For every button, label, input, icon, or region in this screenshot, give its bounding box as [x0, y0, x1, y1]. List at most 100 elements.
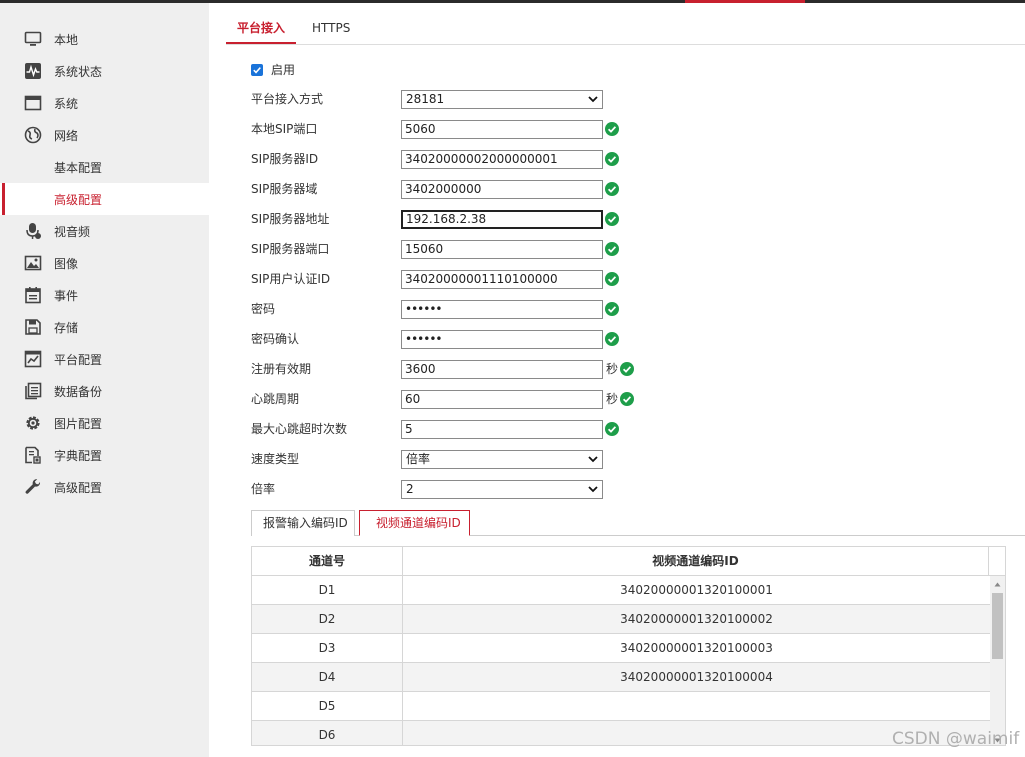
sip-server-id-label: SIP服务器ID [251, 152, 319, 166]
register-validity-label: 注册有效期 [251, 362, 312, 376]
code-id-cell[interactable]: 34020000001320100001 [403, 576, 990, 604]
enable-checkbox[interactable] [251, 63, 263, 76]
seconds-unit: 秒 [606, 362, 619, 376]
sidebar-item-event[interactable]: 事件 [0, 279, 209, 311]
enable-label: 启用 [271, 63, 296, 77]
sidebar-item-local[interactable]: 本地 [0, 23, 209, 55]
speed-type-select[interactable]: 倍率 [401, 450, 603, 469]
sidebar-item-image[interactable]: 图像 [0, 247, 209, 279]
valid-check-icon [605, 302, 619, 316]
table-row[interactable]: D5 [252, 692, 990, 721]
sidebar-item-label: 字典配置 [54, 448, 103, 463]
sidebar-item-network[interactable]: 网络 [0, 119, 209, 151]
valid-check-icon [605, 242, 619, 256]
sidebar-item-storage[interactable]: 存储 [0, 311, 209, 343]
watermark: CSDN @waimif [892, 729, 1020, 749]
sidebar-item-data-backup[interactable]: 数据备份 [0, 375, 209, 407]
table-row[interactable]: D2 34020000001320100002 [252, 605, 990, 634]
password-label: 密码 [251, 302, 276, 316]
table-row[interactable]: D6 [252, 721, 990, 745]
scrollbar-thumb[interactable] [992, 593, 1003, 659]
calendar-icon [24, 286, 42, 304]
code-id-cell[interactable] [403, 692, 990, 720]
sidebar-item-label: 图像 [54, 256, 79, 271]
sidebar-subitem-label: 基本配置 [54, 160, 103, 175]
channel-cell: D2 [252, 605, 403, 633]
rate-label: 倍率 [251, 482, 276, 496]
table-row[interactable]: D4 34020000001320100004 [252, 663, 990, 692]
sidebar-item-label: 存储 [54, 320, 79, 335]
sidebar-item-label: 视音频 [54, 224, 91, 239]
local-sip-port-input[interactable]: 5060 [401, 120, 603, 139]
sidebar-item-label: 系统 [54, 96, 79, 111]
code-id-cell[interactable]: 34020000001320100004 [403, 663, 990, 691]
table-row[interactable]: D1 34020000001320100001 [252, 576, 990, 605]
register-validity-input[interactable]: 3600 [401, 360, 603, 379]
sidebar-item-picture-config[interactable]: 图片配置 [0, 407, 209, 439]
sidebar-item-system-status[interactable]: 系统状态 [0, 55, 209, 87]
sidebar-item-label: 事件 [54, 288, 79, 303]
pulse-icon [24, 62, 42, 80]
chevron-down-icon [588, 486, 598, 493]
max-heartbeat-timeout-label: 最大心跳超时次数 [251, 422, 348, 436]
tab-https[interactable]: HTTPS [312, 13, 356, 44]
sidebar-subitem-advanced-config[interactable]: 高级配置 [0, 183, 209, 215]
chart-icon [24, 350, 42, 368]
sidebar-item-platform-config[interactable]: 平台配置 [0, 343, 209, 375]
gear-icon [24, 414, 42, 432]
sip-server-address-label: SIP服务器地址 [251, 212, 330, 226]
sidebar-item-dictionary-config[interactable]: 字典配置 [0, 439, 209, 471]
image-icon [24, 254, 42, 272]
speed-type-label: 速度类型 [251, 452, 300, 466]
scroll-up-icon[interactable] [993, 580, 1002, 589]
valid-check-icon [620, 362, 634, 376]
sidebar-subitem-basic-config[interactable]: 基本配置 [0, 151, 209, 183]
tab-alarm-input-code-id[interactable]: 报警输入编码ID [251, 510, 355, 536]
heartbeat-period-label: 心跳周期 [251, 392, 300, 406]
password-confirm-input[interactable]: •••••• [401, 330, 603, 349]
channel-cell: D5 [252, 692, 403, 720]
sidebar-item-system[interactable]: 系统 [0, 87, 209, 119]
code-id-cell[interactable]: 34020000001320100002 [403, 605, 990, 633]
sidebar-item-advanced-config[interactable]: 高级配置 [0, 471, 209, 503]
valid-check-icon [605, 152, 619, 166]
globe-icon [24, 126, 42, 144]
tab-platform-access[interactable]: 平台接入 [226, 13, 296, 44]
max-heartbeat-timeout-input[interactable]: 5 [401, 420, 603, 439]
valid-check-icon [620, 392, 634, 406]
column-header-channel[interactable]: 通道号 [252, 547, 403, 576]
sidebar-item-label: 图片配置 [54, 416, 103, 431]
chevron-down-icon [588, 456, 598, 463]
table-scrollbar[interactable] [990, 576, 1005, 745]
microphone-icon [24, 222, 42, 240]
sidebar-item-video-audio[interactable]: 视音频 [0, 215, 209, 247]
sip-server-port-input[interactable]: 15060 [401, 240, 603, 259]
enable-row: 启用 [251, 61, 295, 78]
password-input[interactable]: •••••• [401, 300, 603, 319]
sidebar-item-label: 高级配置 [54, 480, 103, 495]
main-tabs: 平台接入 HTTPS [226, 13, 1025, 45]
heartbeat-period-input[interactable]: 60 [401, 390, 603, 409]
channel-cell: D1 [252, 576, 403, 604]
column-header-video-channel-code-id[interactable]: 视频通道编码ID [403, 547, 989, 576]
sidebar-item-label: 平台配置 [54, 352, 103, 367]
speed-type-value: 倍率 [406, 452, 431, 466]
code-id-cell[interactable]: 34020000001320100003 [403, 634, 990, 662]
access-mode-label: 平台接入方式 [251, 92, 324, 106]
sip-user-auth-id-input[interactable]: 34020000001110100000 [401, 270, 603, 289]
tab-video-channel-code-id[interactable]: 视频通道编码ID [359, 510, 470, 536]
valid-check-icon [605, 272, 619, 286]
channel-cell: D4 [252, 663, 403, 691]
rate-select[interactable]: 2 [401, 480, 603, 499]
valid-check-icon [605, 422, 619, 436]
sip-server-id-input[interactable]: 34020000002000000001 [401, 150, 603, 169]
access-mode-select[interactable]: 28181 [401, 90, 603, 109]
table-row[interactable]: D3 34020000001320100003 [252, 634, 990, 663]
sidebar-item-label: 本地 [54, 32, 79, 47]
valid-check-icon [605, 332, 619, 346]
sip-server-domain-input[interactable]: 3402000000 [401, 180, 603, 199]
copy-icon [24, 382, 42, 400]
sidebar: 本地 系统状态 系统 网络 基本配置 高级配置 视音频 图像 事件 存储 平台配… [0, 3, 209, 757]
sip-server-address-input[interactable]: 192.168.2.38 [401, 210, 603, 229]
code-id-subtabs: 报警输入编码ID 视频通道编码ID [251, 510, 1025, 536]
